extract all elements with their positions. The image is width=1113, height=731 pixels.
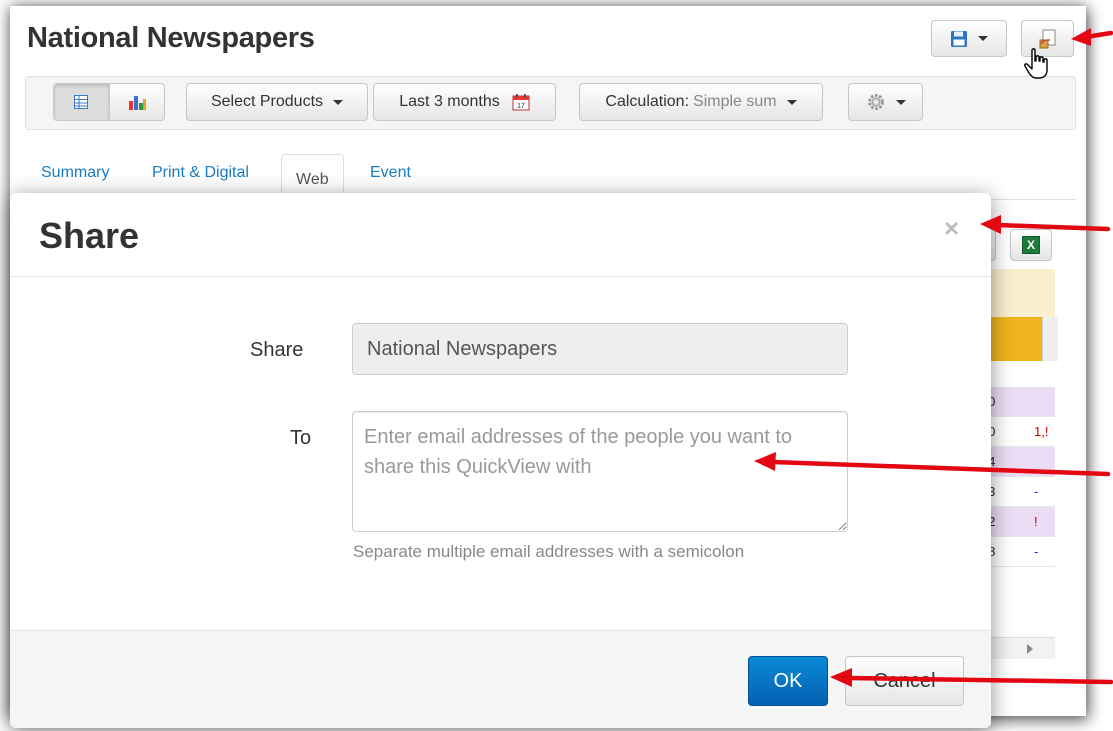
excel-icon: X (1022, 236, 1040, 254)
calculation-value: Simple sum (693, 93, 777, 110)
tab-summary[interactable]: Summary (41, 164, 109, 182)
share-name-field: National Newspapers (352, 323, 848, 375)
page-title: National Newspapers (27, 22, 315, 54)
ok-button[interactable]: OK (748, 656, 828, 706)
tab-print-digital[interactable]: Print & Digital (152, 164, 249, 182)
calendar-icon: 17 (512, 94, 530, 111)
share-document-icon (1039, 29, 1055, 48)
settings-dropdown[interactable] (848, 83, 923, 121)
scroll-right-icon[interactable] (1027, 644, 1033, 654)
chevron-down-icon (895, 99, 906, 105)
close-icon[interactable]: × (944, 215, 959, 241)
dialog-header: Share × (10, 193, 991, 277)
hand-cursor-icon (1024, 48, 1048, 79)
dialog-footer: OK Cancel (10, 630, 991, 728)
select-products-label: Select Products (210, 93, 324, 110)
dialog-title: Share (39, 215, 140, 256)
calculation-dropdown[interactable]: Calculation: Simple sum (579, 83, 823, 121)
chevron-down-icon (333, 99, 344, 105)
cancel-button[interactable]: Cancel (845, 656, 964, 706)
tab-event[interactable]: Event (370, 164, 411, 182)
save-button[interactable] (931, 20, 1007, 57)
view-toggle-group (53, 83, 165, 121)
date-range-label: Last 3 months (399, 93, 500, 110)
calculation-label: Calculation: (605, 93, 690, 110)
toolbar: Select Products Last 3 months 17 Calcula… (25, 76, 1076, 130)
date-range-picker[interactable]: Last 3 months 17 (373, 83, 556, 121)
chart-view-button[interactable] (110, 84, 165, 120)
share-field-label: Share (250, 339, 304, 361)
svg-text:17: 17 (517, 103, 525, 110)
export-excel-button[interactable]: X (1010, 229, 1052, 261)
gear-icon (867, 94, 884, 110)
to-field-label: To (290, 427, 312, 449)
chevron-down-icon (786, 99, 797, 105)
table-icon (74, 95, 89, 109)
email-help-text: Separate multiple email addresses with a… (353, 542, 745, 561)
select-products-dropdown[interactable]: Select Products (186, 83, 368, 121)
floppy-disk-icon (951, 30, 967, 47)
grid-vertical-scrollbar[interactable] (1042, 317, 1058, 361)
email-recipients-field[interactable] (352, 411, 848, 532)
bar-chart-icon (128, 96, 146, 110)
share-dialog: Share × Share National Newspapers To Sep… (10, 193, 991, 728)
table-view-button[interactable] (54, 84, 110, 120)
chevron-down-icon (978, 36, 988, 41)
